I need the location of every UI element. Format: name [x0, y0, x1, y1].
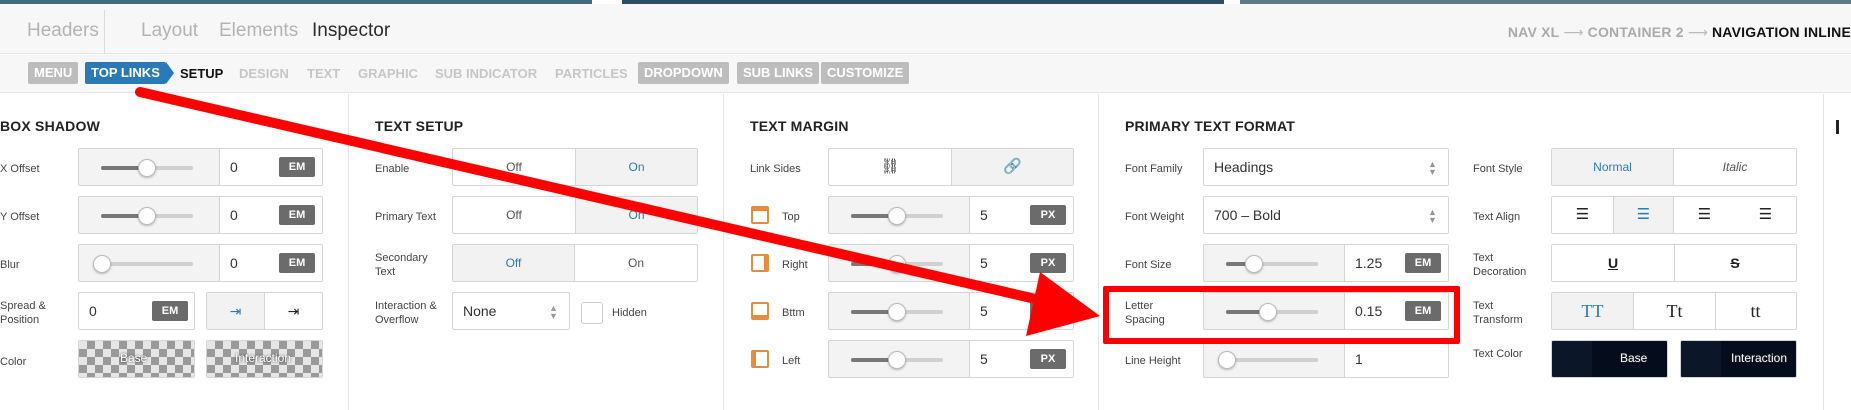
annotation-arrow — [135, 87, 1100, 336]
arrow-head — [1026, 272, 1100, 336]
arrow-shaft — [135, 87, 1045, 305]
